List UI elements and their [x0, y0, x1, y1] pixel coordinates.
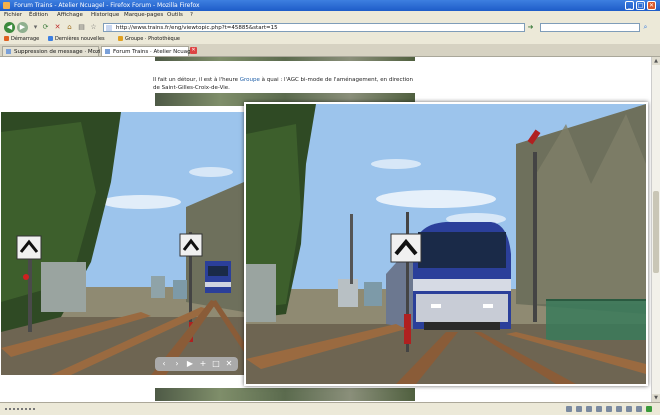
menu-bookmarks[interactable]: Marque-pages: [124, 12, 163, 19]
menu-edit[interactable]: Édition: [29, 12, 48, 19]
status-icon[interactable]: [596, 406, 602, 412]
menu-view[interactable]: Affichage: [57, 12, 83, 19]
post-image-bottom: [155, 388, 415, 401]
site-favicon: [106, 25, 112, 31]
stop-icon[interactable]: ✕: [54, 24, 61, 31]
go-icon[interactable]: ➜: [527, 24, 534, 31]
menu-file[interactable]: Fichier: [4, 12, 22, 19]
fullsize-icon[interactable]: □: [211, 359, 221, 369]
bookmark-item[interactable]: Démarrage: [4, 36, 39, 43]
post-photo[interactable]: [1, 112, 244, 375]
menu-history[interactable]: Historique: [91, 12, 119, 19]
bookmark-item[interactable]: Dernières nouvelles: [48, 36, 105, 43]
next-icon[interactable]: ›: [172, 359, 182, 369]
status-icon[interactable]: [586, 406, 592, 412]
bookmark-icon: [4, 36, 9, 41]
railway-photo-large: [246, 104, 646, 384]
tab-favicon: [105, 49, 110, 54]
tab-forum[interactable]: Forum Trains · Atelier Ncuagel: [101, 46, 196, 56]
vertical-scrollbar[interactable]: ▲ ▼: [651, 57, 660, 402]
tab-suppression[interactable]: Suppression de message · Mozilla Firefox: [2, 46, 127, 56]
firefox-icon: [3, 2, 10, 9]
tab-favicon: [6, 49, 11, 54]
status-icon[interactable]: [646, 406, 652, 412]
status-icon[interactable]: [576, 406, 582, 412]
post-text: Il fait un détour, il est à l'heure Grou…: [153, 77, 413, 91]
close-window-button[interactable]: ✕: [647, 1, 656, 10]
forward-button[interactable]: ▶: [17, 22, 28, 33]
reload-icon[interactable]: ⟳: [42, 24, 49, 31]
bookmark-icon: [118, 36, 123, 41]
tab-bar: Suppression de message · Mozilla Firefox…: [0, 44, 660, 57]
arrow-left-icon: ◀: [6, 23, 13, 31]
status-icon[interactable]: [616, 406, 622, 412]
bookmarks-toolbar: Démarrage Dernières nouvelles Groupe · P…: [0, 35, 660, 44]
zoom-icon[interactable]: +: [198, 359, 208, 369]
scroll-thumb[interactable]: [653, 191, 659, 273]
scroll-down-icon[interactable]: ▼: [652, 394, 660, 402]
previous-image-strip: [155, 57, 415, 61]
menu-tools[interactable]: Outils: [167, 12, 183, 19]
search-input[interactable]: [540, 23, 640, 32]
page-icon[interactable]: ▤: [78, 24, 85, 31]
status-icon[interactable]: [566, 406, 572, 412]
menu-help[interactable]: ?: [190, 12, 193, 19]
maximize-button[interactable]: □: [636, 1, 645, 10]
play-icon[interactable]: ▶: [185, 359, 195, 369]
arrow-right-icon: ▶: [19, 23, 26, 31]
title-bar: Forum Trains - Atelier Ncuagel - Firefox…: [0, 0, 660, 11]
railway-photo: [1, 112, 244, 375]
url-text: http://www.trains.fr/eng/viewtopic.php?t…: [116, 25, 278, 31]
previous-icon[interactable]: ‹: [159, 359, 169, 369]
bookmark-icon[interactable]: ☆: [90, 24, 97, 31]
address-bar[interactable]: http://www.trains.fr/eng/viewtopic.php?t…: [103, 23, 525, 32]
home-icon[interactable]: ⌂: [66, 24, 73, 31]
window-title: Forum Trains - Atelier Ncuagel - Firefox…: [14, 2, 200, 9]
history-dropdown-icon[interactable]: ▾: [32, 24, 39, 31]
post-link[interactable]: Groupe: [240, 77, 260, 83]
status-icon[interactable]: [606, 406, 612, 412]
status-icon[interactable]: [626, 406, 632, 412]
minimize-button[interactable]: _: [625, 1, 634, 10]
status-bar: [0, 402, 660, 415]
close-tab-icon[interactable]: ✕: [190, 47, 197, 54]
scroll-up-icon[interactable]: ▲: [652, 57, 660, 65]
bookmark-item[interactable]: Groupe · Photothèque: [118, 36, 180, 43]
status-icon[interactable]: [636, 406, 642, 412]
image-viewer-controls: ‹ › ▶ + □ ✕: [155, 357, 238, 371]
back-button[interactable]: ◀: [4, 22, 15, 33]
search-icon[interactable]: ⌕: [642, 24, 649, 31]
navigation-toolbar: ◀ ▶ ▾ ⟳ ✕ ⌂ ▤ ☆ http://www.trains.fr/eng…: [0, 20, 660, 35]
close-viewer-icon[interactable]: ✕: [224, 359, 234, 369]
bookmark-icon: [48, 36, 53, 41]
status-text: [5, 408, 35, 412]
enlarged-photo-overlay[interactable]: [244, 102, 648, 386]
